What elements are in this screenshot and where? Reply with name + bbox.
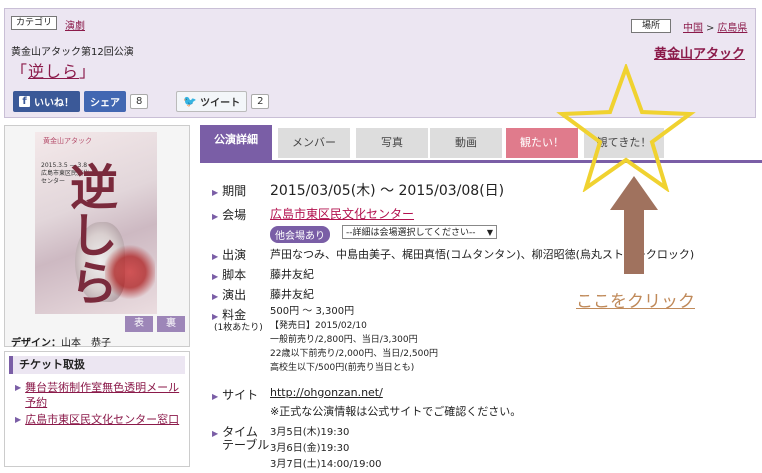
tab-details[interactable]: 公演詳細 bbox=[200, 125, 272, 160]
breadcrumb-prefecture[interactable]: 広島県 bbox=[717, 23, 747, 34]
triangle-icon: ▶ bbox=[212, 272, 219, 281]
timetable-list: 3月5日(木)19:30 3月6日(金)19:30 3月7日(土)14:00/1… bbox=[270, 425, 382, 473]
tab-photos[interactable]: 写真 bbox=[356, 128, 428, 158]
bullet-arrow-icon: ▶ bbox=[15, 383, 22, 392]
like-label: いいね！ bbox=[34, 98, 74, 109]
social-buttons: f いいね！ シェア 8 🐦 ツイート 2 bbox=[13, 91, 270, 112]
script-label: ▶ 脚本 bbox=[212, 266, 246, 283]
venue-label-text: 会場 bbox=[222, 208, 247, 222]
poster-image[interactable]: 黄金山アタック 2015.3.5 — 3.8 広島市東区民文化センター 逆しら bbox=[35, 132, 157, 314]
period-label-text: 期間 bbox=[222, 184, 247, 198]
price-note: (1枚あたり) bbox=[214, 323, 263, 333]
facebook-like-button[interactable]: f いいね！ bbox=[13, 91, 80, 112]
tweet-button[interactable]: 🐦 ツイート bbox=[176, 91, 248, 112]
bullet-arrow-icon: ▶ bbox=[15, 415, 22, 424]
ticket-box: チケット取扱 ▶ 舞台芸術制作室無色透明メール予約 ▶ 広島市東区民文化センター窓口 bbox=[4, 351, 190, 467]
cast-label-text: 出演 bbox=[222, 248, 247, 262]
price-line: 一般前売り/2,800円、当日/3,300円 bbox=[270, 335, 418, 345]
category-label: カテゴリ bbox=[11, 16, 58, 30]
event-title-link[interactable]: 逆しら bbox=[28, 62, 79, 81]
cast-label: ▶ 出演 bbox=[212, 246, 246, 263]
design-label: デザイン： bbox=[11, 338, 61, 349]
tab-members[interactable]: メンバー bbox=[278, 128, 350, 158]
poster-box: 黄金山アタック 2015.3.5 — 3.8 広島市東区民文化センター 逆しら … bbox=[4, 125, 190, 349]
event-title: 「逆しら」 bbox=[11, 58, 96, 82]
design-name: 山本 恭子 bbox=[61, 338, 111, 349]
highlight-star-icon bbox=[556, 64, 696, 192]
event-subtitle: 黄金山アタック第12回公演 bbox=[11, 47, 134, 58]
site-link[interactable]: http://ohgonzan.net/ bbox=[270, 386, 383, 399]
category-link[interactable]: 演劇 bbox=[65, 17, 85, 32]
title-bracket-close: 」 bbox=[79, 62, 97, 81]
tweet-count: 2 bbox=[251, 94, 270, 109]
click-here-annotation: ここをクリック bbox=[576, 292, 695, 312]
ticket-link[interactable]: 広島市東区民文化センター窓口 bbox=[25, 412, 179, 427]
price-line: 22歳以下前売り/2,000円、当日/2,500円 bbox=[270, 349, 439, 359]
venue-link[interactable]: 広島市東区民文化センター bbox=[270, 205, 414, 222]
design-credit: デザイン：山本 恭子 bbox=[11, 334, 111, 349]
price-line: 高校生以下/500円(前売り当日とも) bbox=[270, 363, 415, 373]
list-item: ▶ 舞台芸術制作室無色透明メール予約 bbox=[15, 380, 185, 410]
triangle-icon: ▶ bbox=[212, 429, 219, 438]
timetable-item: 3月5日(木)19:30 bbox=[270, 427, 350, 438]
poster-back-button[interactable]: 裏 bbox=[157, 316, 185, 332]
triangle-icon: ▶ bbox=[212, 292, 219, 301]
price-range: 500円 ～ 3,300円 bbox=[270, 306, 355, 317]
venue-select-text: --詳細は会場選択してください-- bbox=[346, 228, 476, 238]
timetable-item: 3月6日(金)19:30 bbox=[270, 443, 350, 454]
ticket-link[interactable]: 舞台芸術制作室無色透明メール予約 bbox=[25, 380, 185, 410]
director-label-text: 演出 bbox=[222, 288, 247, 302]
ticket-heading: チケット取扱 bbox=[9, 356, 185, 374]
site-label: ▶ サイト bbox=[212, 386, 258, 403]
breadcrumb: 中国 > 広島県 bbox=[683, 19, 747, 34]
period-value: 2015/03/05(木) ～ 2015/03/08(日) bbox=[270, 183, 505, 199]
breadcrumb-separator: > bbox=[706, 23, 715, 34]
triangle-icon: ▶ bbox=[212, 212, 219, 221]
share-count: 8 bbox=[130, 94, 149, 109]
period-label: ▶ 期間 bbox=[212, 182, 246, 199]
price-block: 500円 ～ 3,300円 【発売日】2015/02/10 一般前売り/2,80… bbox=[270, 305, 438, 375]
tab-videos[interactable]: 動画 bbox=[430, 128, 502, 158]
poster-title: 逆しら bbox=[61, 162, 117, 306]
director-value: 藤井友紀 bbox=[270, 288, 314, 301]
other-venue-badge: 他会場あり bbox=[270, 226, 330, 243]
price-line: 【発売日】2015/02/10 bbox=[270, 321, 367, 331]
dropdown-arrow-icon: ▼ bbox=[486, 228, 493, 237]
tweet-label: ツイート bbox=[200, 98, 241, 109]
timetable-label2: テーブル bbox=[222, 438, 270, 452]
poster-top-text: 黄金山アタック bbox=[43, 137, 92, 145]
sidebar: 黄金山アタック 2015.3.5 — 3.8 広島市東区民文化センター 逆しら … bbox=[4, 125, 190, 467]
director-label: ▶ 演出 bbox=[212, 286, 246, 303]
script-value: 藤井友紀 bbox=[270, 268, 314, 281]
place-label: 場所 bbox=[631, 19, 672, 33]
triangle-icon: ▶ bbox=[212, 392, 219, 401]
timetable-item: 3月7日(土)14:00/19:00 bbox=[270, 459, 382, 470]
facebook-icon: f bbox=[19, 96, 30, 107]
twitter-bird-icon: 🐦 bbox=[183, 95, 198, 108]
venue-select[interactable]: --詳細は会場選択してください-- ▼ bbox=[342, 225, 497, 239]
facebook-share-button[interactable]: シェア bbox=[84, 91, 126, 112]
venue-label: ▶ 会場 bbox=[212, 206, 246, 223]
triangle-icon: ▶ bbox=[212, 188, 219, 197]
script-label-text: 脚本 bbox=[222, 268, 247, 282]
breadcrumb-region[interactable]: 中国 bbox=[683, 23, 703, 34]
triangle-icon: ▶ bbox=[212, 252, 219, 261]
pointer-arrow-icon bbox=[610, 176, 658, 274]
site-note: ※正式な公演情報は公式サイトでご確認ください。 bbox=[270, 405, 522, 418]
list-item: ▶ 広島市東区民文化センター窓口 bbox=[15, 412, 185, 427]
site-label-text: サイト bbox=[222, 388, 259, 402]
company-link[interactable]: 黄金山アタック bbox=[654, 43, 745, 62]
poster-front-button[interactable]: 表 bbox=[125, 316, 153, 332]
ticket-list: ▶ 舞台芸術制作室無色透明メール予約 ▶ 広島市東区民文化センター窓口 bbox=[15, 380, 185, 429]
title-bracket-open: 「 bbox=[11, 62, 29, 81]
